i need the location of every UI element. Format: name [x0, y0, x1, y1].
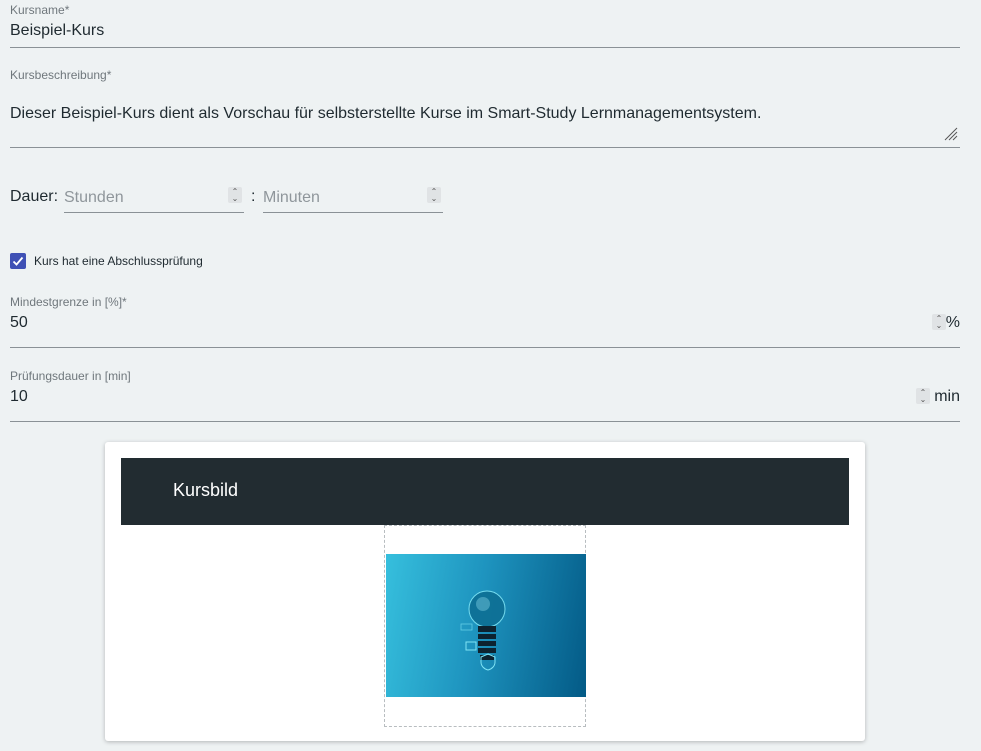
exam-duration-label: Prüfungsdauer in [min] [10, 369, 131, 383]
exam-duration-spinner-icon[interactable]: ⌃ ⌄ [916, 388, 930, 404]
image-dropzone[interactable] [384, 525, 586, 727]
course-image-title: Kursbild [173, 480, 239, 500]
minutes-spinner-icon[interactable]: ⌃ ⌄ [427, 187, 441, 203]
course-name-input[interactable]: Beispiel-Kurs [10, 22, 104, 40]
course-image-preview [386, 554, 586, 697]
hours-placeholder: Stunden [64, 189, 124, 206]
min-threshold-unit: % [945, 314, 960, 331]
lightbulb-icon [460, 590, 506, 671]
course-description-field[interactable]: Kursbeschreibung* Dieser Beispiel-Kurs d… [10, 67, 960, 148]
course-name-label: Kursname* [10, 3, 70, 17]
minutes-placeholder: Minuten [263, 189, 320, 206]
course-description-label: Kursbeschreibung* [10, 68, 112, 82]
resize-handle-icon[interactable] [944, 127, 958, 141]
final-exam-label[interactable]: Kurs hat eine Abschlussprüfung [34, 254, 203, 268]
hours-input[interactable]: Stunden ⌃ ⌄ [64, 184, 244, 213]
min-threshold-spinner-icon[interactable]: ⌃ ⌄ [932, 314, 946, 330]
course-description-textarea[interactable]: Dieser Beispiel-Kurs dient als Vorschau … [10, 105, 940, 123]
exam-duration-input[interactable]: 10 [10, 388, 28, 406]
exam-duration-unit: min [934, 388, 960, 405]
min-threshold-input[interactable]: 50 [10, 314, 28, 332]
hours-spinner-icon[interactable]: ⌃ ⌄ [228, 187, 242, 203]
minutes-input[interactable]: Minuten ⌃ ⌄ [263, 184, 443, 213]
min-threshold-field[interactable]: Mindestgrenze in [%]* 50 ⌃ ⌄ % [10, 291, 960, 348]
exam-duration-field[interactable]: Prüfungsdauer in [min] 10 ⌃ ⌄ min [10, 365, 960, 422]
duration-separator: : [251, 188, 256, 205]
course-image-card: Kursbild [105, 442, 865, 741]
course-name-field[interactable]: Kursname* Beispiel-Kurs [10, 0, 960, 48]
final-exam-checkbox[interactable] [10, 253, 26, 269]
min-threshold-label: Mindestgrenze in [%]* [10, 295, 127, 309]
checkmark-icon [12, 256, 24, 266]
course-image-header: Kursbild [121, 458, 849, 525]
duration-label: Dauer: [10, 188, 59, 205]
